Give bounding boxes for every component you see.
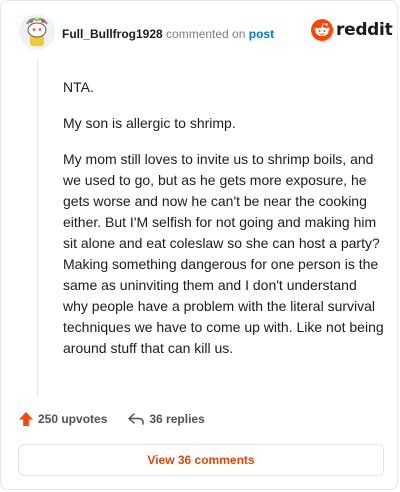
reddit-wordmark: reddit (336, 20, 393, 40)
comment-paragraph: NTA. (63, 79, 94, 95)
snoo-avatar-icon (19, 14, 55, 50)
reddit-snoo-icon (311, 19, 333, 41)
upvote-button[interactable]: 250 upvotes (18, 411, 107, 427)
comment-body: NTA. My son is allergic to shrimp. My mo… (63, 77, 385, 374)
reddit-logo[interactable]: reddit (311, 19, 393, 41)
commented-on-text: commented on (166, 27, 246, 41)
post-link[interactable]: post (249, 27, 274, 41)
view-comments-button[interactable]: View 36 comments (18, 444, 384, 476)
upvote-count: 250 upvotes (38, 412, 108, 426)
comment-header: Full_Bullfrog1928 commented on post (62, 26, 274, 42)
comment-paragraph: My mom still loves to invite us to shrim… (63, 151, 384, 356)
avatar[interactable] (19, 14, 55, 50)
username-link[interactable]: Full_Bullfrog1928 (62, 27, 163, 41)
thread-line[interactable] (37, 61, 38, 397)
comment-card: Full_Bullfrog1928 commented on post redd… (0, 0, 398, 490)
comment-actions: 250 upvotes 36 replies (18, 411, 205, 427)
comment-paragraph: My son is allergic to shrimp. (63, 115, 236, 131)
reply-button[interactable]: 36 replies (127, 411, 205, 427)
upvote-arrow-icon (19, 412, 33, 426)
reply-arrow-icon (128, 413, 145, 425)
reply-count: 36 replies (149, 412, 205, 426)
